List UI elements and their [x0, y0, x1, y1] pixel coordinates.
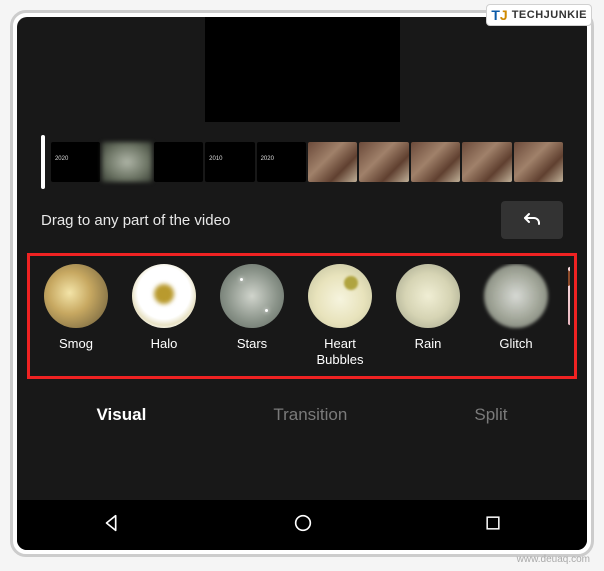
video-preview[interactable]: [205, 17, 400, 122]
effect-halo[interactable]: Halo: [128, 264, 200, 368]
tab-split[interactable]: Split: [462, 399, 519, 431]
effects-row[interactable]: Smog Halo Stars HeartBubbles Rain: [40, 264, 570, 368]
effect-label: HeartBubbles: [317, 336, 364, 368]
logo-j: J: [500, 7, 508, 23]
nav-recent-button[interactable]: [483, 513, 503, 538]
recent-square-icon: [483, 513, 503, 533]
timeline-clip[interactable]: [102, 142, 151, 182]
instruction-row: Drag to any part of the video: [17, 193, 587, 253]
undo-icon: [520, 208, 544, 232]
effect-rain[interactable]: Rain: [392, 264, 464, 368]
clip-year: 2020: [55, 156, 68, 162]
effect-heart-bubbles[interactable]: HeartBubbles: [304, 264, 376, 368]
phone-frame: 2020 2010 2020 Drag to any part of the v…: [10, 10, 594, 557]
timeline-area: 2020 2010 2020: [17, 127, 587, 193]
effect-label: Halo: [151, 336, 178, 368]
effect-glitch[interactable]: Glitch: [480, 264, 552, 368]
effect-thumb-icon: [396, 264, 460, 328]
timeline-clip[interactable]: 2020: [257, 142, 306, 182]
timeline-clip[interactable]: [411, 142, 460, 182]
clip-year: 2020: [261, 156, 274, 162]
timeline-clip[interactable]: [514, 142, 563, 182]
logo-text: TECHJUNKIE: [512, 9, 587, 21]
timeline-clip[interactable]: [462, 142, 511, 182]
effect-thumb-icon: [568, 264, 570, 328]
playhead[interactable]: [41, 135, 45, 189]
effect-label: Smog: [59, 336, 93, 368]
tab-transition[interactable]: Transition: [261, 399, 359, 431]
watermark-top: T J TECHJUNKIE: [486, 4, 592, 26]
timeline-clip[interactable]: 2020: [51, 142, 100, 182]
effect-smog[interactable]: Smog: [40, 264, 112, 368]
timeline-clip[interactable]: [359, 142, 408, 182]
instruction-text: Drag to any part of the video: [41, 212, 230, 229]
effect-thumb-icon: [484, 264, 548, 328]
effect-stars[interactable]: Stars: [216, 264, 288, 368]
effects-tabs: Visual Transition Split: [17, 379, 587, 445]
effect-thumb-icon: [132, 264, 196, 328]
effect-label: Glitch: [499, 336, 532, 368]
techjunkie-logo: T J TECHJUNKIE: [486, 4, 592, 26]
timeline-clip[interactable]: [154, 142, 203, 182]
video-editor-app: 2020 2010 2020 Drag to any part of the v…: [17, 17, 587, 550]
nav-home-button[interactable]: [292, 512, 314, 539]
tab-visual[interactable]: Visual: [85, 399, 159, 431]
effect-label: Stars: [237, 336, 267, 368]
video-preview-area: [17, 17, 587, 127]
effect-rainbow-strobe[interactable]: RainStro: [568, 264, 570, 368]
effect-thumb-icon: [44, 264, 108, 328]
back-triangle-icon: [101, 512, 123, 534]
timeline-clip[interactable]: [308, 142, 357, 182]
effect-thumb-icon: [220, 264, 284, 328]
effect-thumb-icon: [308, 264, 372, 328]
android-navbar: [17, 500, 587, 550]
effect-label: Rain: [415, 336, 442, 368]
nav-back-button[interactable]: [101, 512, 123, 539]
effects-highlight-box: Smog Halo Stars HeartBubbles Rain: [27, 253, 577, 379]
clip-year: 2010: [209, 156, 222, 162]
source-watermark: www.deuaq.com: [517, 554, 590, 565]
timeline[interactable]: 2020 2010 2020: [41, 139, 563, 185]
timeline-clip[interactable]: 2010: [205, 142, 254, 182]
undo-button[interactable]: [501, 201, 563, 239]
logo-t: T: [491, 7, 500, 23]
home-circle-icon: [292, 512, 314, 534]
